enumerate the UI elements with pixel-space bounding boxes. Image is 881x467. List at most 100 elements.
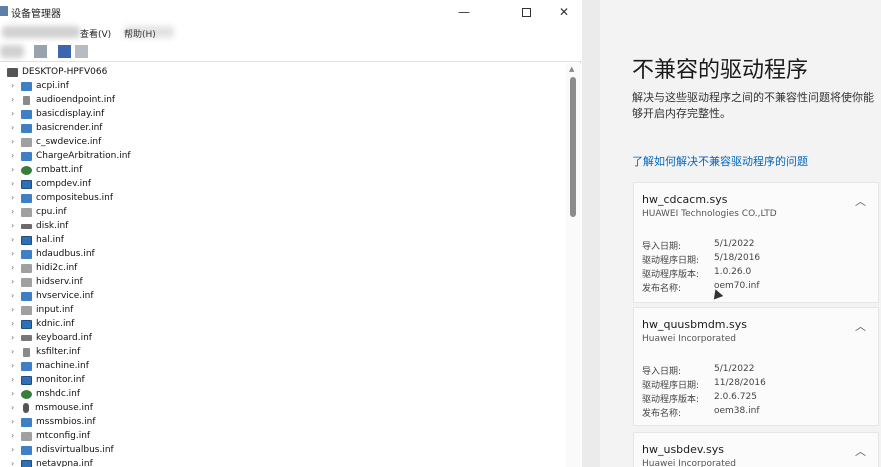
processor-icon (21, 207, 32, 217)
root-label: DESKTOP-HPFV066 (22, 67, 108, 77)
tree-item[interactable]: › mtconfig.inf (0, 429, 560, 443)
tree-item[interactable]: › cpu.inf (0, 205, 560, 219)
expand-chevron-icon[interactable]: › (11, 418, 14, 426)
published-name-label: 发布名称: (642, 284, 682, 294)
expand-chevron-icon[interactable]: › (11, 432, 14, 440)
title-bar[interactable]: 设备管理器 — ✕ (0, 0, 581, 24)
folder-icon (21, 81, 32, 91)
driver-card[interactable]: hw_usbdev.sys Huawei Incorporated ︿ (633, 432, 879, 467)
tree-item-label: msmouse.inf (35, 403, 93, 413)
expand-chevron-icon[interactable]: › (11, 446, 14, 454)
tree-item[interactable]: › compdev.inf (0, 177, 560, 191)
help-icon[interactable] (58, 45, 71, 58)
expand-chevron-icon[interactable]: › (11, 404, 14, 412)
scrollbar-thumb[interactable] (570, 77, 576, 217)
expand-chevron-icon[interactable]: › (11, 278, 14, 286)
expand-chevron-icon[interactable]: › (11, 390, 14, 398)
minimize-button[interactable]: — (449, 2, 479, 22)
mouse-icon (23, 403, 29, 413)
expand-chevron-icon[interactable]: › (11, 138, 14, 146)
minimize-icon: — (458, 5, 470, 19)
page-title: 不兼容的驱动程序 (632, 58, 809, 83)
tree-root[interactable]: DESKTOP-HPFV066 (0, 65, 560, 79)
properties-icon[interactable] (34, 45, 47, 58)
hid-icon (21, 263, 32, 273)
expand-chevron-icon[interactable]: › (11, 180, 14, 188)
chevron-up-icon[interactable]: ︿ (855, 193, 866, 209)
expand-chevron-icon[interactable]: › (11, 376, 14, 384)
driver-date-label: 驱动程序日期: (642, 381, 700, 391)
expand-chevron-icon[interactable]: › (11, 222, 14, 230)
show-hidden-icon[interactable] (75, 45, 88, 58)
tree-item[interactable]: › basicdisplay.inf (0, 107, 560, 121)
expand-chevron-icon[interactable]: › (11, 306, 14, 314)
expand-chevron-icon[interactable]: › (11, 250, 14, 258)
tree-item[interactable]: › ndisvirtualbus.inf (0, 443, 560, 457)
blurred-watermark (124, 26, 174, 38)
expand-chevron-icon[interactable]: › (11, 460, 14, 467)
tree-item[interactable]: › c_swdevice.inf (0, 135, 560, 149)
expand-chevron-icon[interactable]: › (11, 362, 14, 370)
tree-item[interactable]: › monitor.inf (0, 373, 560, 387)
chevron-up-icon[interactable]: ︿ (855, 318, 866, 334)
tree-item[interactable]: › ChargeArbitration.inf (0, 149, 560, 163)
learn-more-link[interactable]: 了解如何解决不兼容驱动程序的问题 (632, 153, 808, 169)
expand-chevron-icon[interactable]: › (11, 166, 14, 174)
expand-chevron-icon[interactable]: › (11, 320, 14, 328)
tree-item[interactable]: › cmbatt.inf (0, 163, 560, 177)
menu-view[interactable]: 查看(V) (80, 27, 111, 40)
tree-item[interactable]: › hal.inf (0, 233, 560, 247)
tree-item[interactable]: › basicrender.inf (0, 121, 560, 135)
expand-chevron-icon[interactable]: › (11, 236, 14, 244)
driver-date-value: 5/18/2016 (714, 253, 761, 263)
driver-version-label: 驱动程序版本: (642, 270, 700, 280)
vertical-scrollbar[interactable]: ▲ (566, 63, 581, 467)
tree-item[interactable]: › kdnic.inf (0, 317, 560, 331)
tree-item[interactable]: › hvservice.inf (0, 289, 560, 303)
tree-item[interactable]: › hidserv.inf (0, 275, 560, 289)
driver-date-label: 驱动程序日期: (642, 256, 700, 266)
folder-icon (21, 151, 32, 161)
folder-icon (21, 249, 32, 259)
tree-item[interactable]: › hidi2c.inf (0, 261, 560, 275)
tree-item[interactable]: › netavpna.inf (0, 457, 560, 467)
expand-chevron-icon[interactable]: › (11, 348, 14, 356)
tree-item-label: hvservice.inf (36, 291, 94, 301)
expand-chevron-icon[interactable]: › (11, 82, 14, 90)
close-button[interactable]: ✕ (549, 2, 579, 22)
expand-chevron-icon[interactable]: › (11, 124, 14, 132)
tree-item-label: compdev.inf (36, 179, 92, 189)
tree-item[interactable]: › input.inf (0, 303, 560, 317)
import-date-label: 导入日期: (642, 367, 682, 377)
tree-item[interactable]: › mshdc.inf (0, 387, 560, 401)
expand-chevron-icon[interactable]: › (11, 292, 14, 300)
tree-item[interactable]: › compositebus.inf (0, 191, 560, 205)
tree-item[interactable]: › hdaudbus.inf (0, 247, 560, 261)
expand-chevron-icon[interactable]: › (11, 152, 14, 160)
driver-version-value: 1.0.26.0 (714, 267, 752, 277)
driver-card[interactable]: hw_quusbmdm.sys Huawei Incorporated ︿ 导入… (633, 307, 879, 426)
tree-item[interactable]: › mssmbios.inf (0, 415, 560, 429)
expand-chevron-icon[interactable]: › (11, 194, 14, 202)
expand-chevron-icon[interactable]: › (11, 264, 14, 272)
tree-item[interactable]: › machine.inf (0, 359, 560, 373)
maximize-button[interactable] (511, 2, 541, 22)
scroll-up-icon[interactable]: ▲ (569, 65, 574, 73)
driver-name: hw_usbdev.sys (642, 443, 725, 456)
tree-item[interactable]: › disk.inf (0, 219, 560, 233)
tree-item[interactable]: › msmouse.inf (0, 401, 560, 415)
expand-chevron-icon[interactable]: › (11, 110, 14, 118)
tree-item[interactable]: › ksfilter.inf (0, 345, 560, 359)
chevron-up-icon[interactable]: ︿ (855, 443, 866, 459)
driver-card[interactable]: hw_cdcacm.sys HUAWEI Technologies CO.,LT… (633, 182, 879, 303)
windows-security-panel: 不兼容的驱动程序 解决与这些驱动程序之间的不兼容性问题将使你能够开启内存完整性。… (582, 0, 881, 467)
tree-item[interactable]: › acpi.inf (0, 79, 560, 93)
expand-chevron-icon[interactable]: › (11, 208, 14, 216)
tree-item-label: mshdc.inf (36, 389, 81, 399)
tree-item[interactable]: › audioendpoint.inf (0, 93, 560, 107)
tree-item[interactable]: › keyboard.inf (0, 331, 560, 345)
tree-item-label: c_swdevice.inf (36, 137, 102, 147)
tree-item-label: mtconfig.inf (36, 431, 91, 441)
expand-chevron-icon[interactable]: › (11, 96, 14, 104)
expand-chevron-icon[interactable]: › (11, 334, 14, 342)
